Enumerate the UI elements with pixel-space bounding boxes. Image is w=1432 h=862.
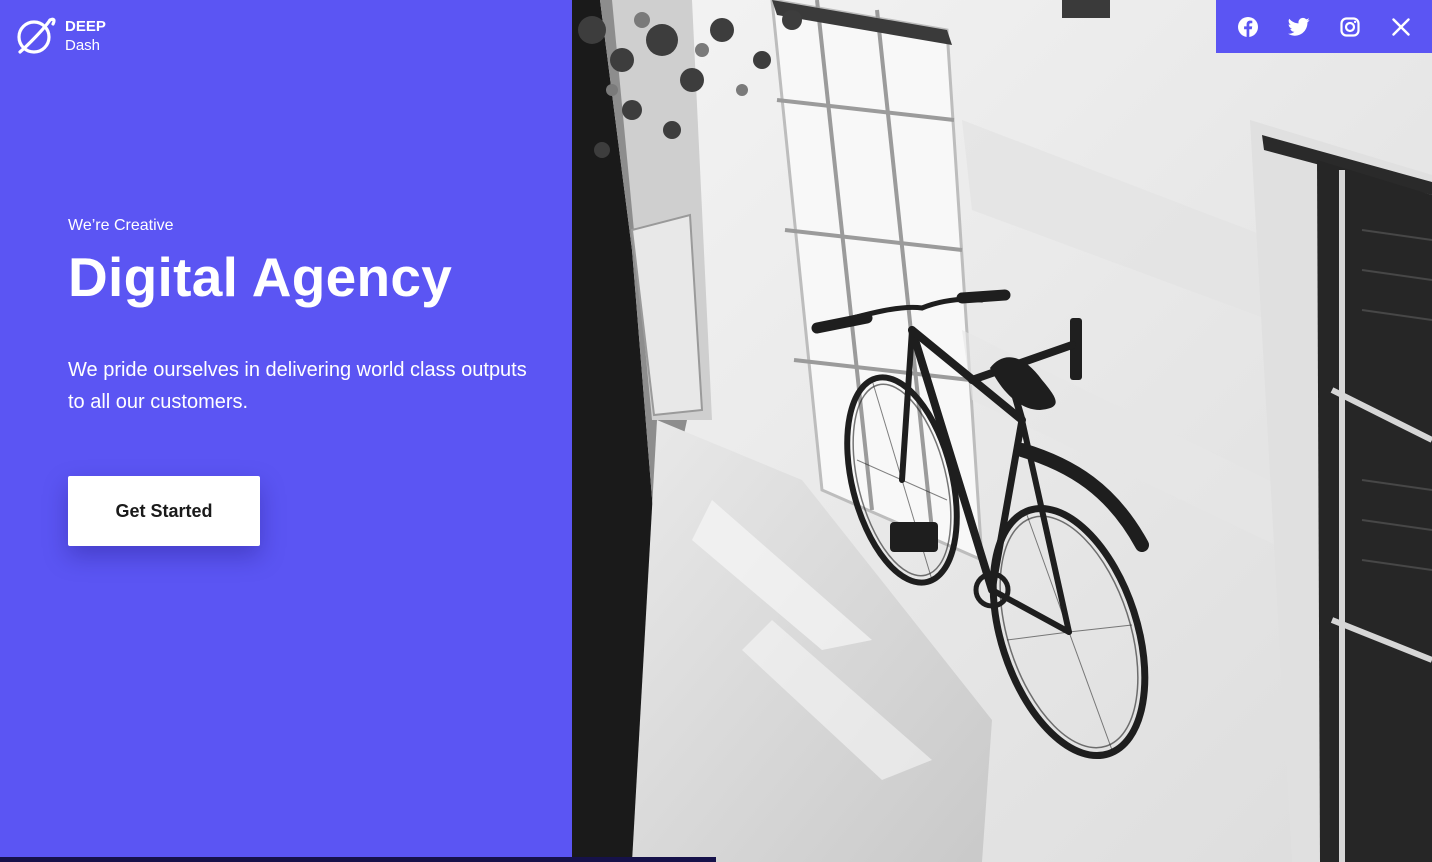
bicycle-photo-illustration bbox=[572, 0, 1432, 862]
brand-name-line2: Dash bbox=[65, 37, 101, 54]
hero-content: We’re Creative Digital Agency We pride o… bbox=[68, 216, 528, 418]
slide-progress-fill bbox=[0, 857, 716, 862]
twitter-icon bbox=[1287, 17, 1310, 36]
hero-photo-bicycle bbox=[572, 0, 1432, 862]
facebook-icon bbox=[1237, 16, 1258, 37]
social-bar bbox=[1216, 0, 1432, 53]
slide-progress-bar bbox=[0, 857, 1432, 862]
hero-panel: DEEP Dash We’re Creative Digital Agency … bbox=[0, 0, 572, 862]
hero-description: We pride ourselves in delivering world c… bbox=[68, 359, 527, 413]
twitter-link[interactable] bbox=[1279, 7, 1319, 47]
brand-name: DEEP Dash bbox=[65, 17, 106, 55]
close-icon bbox=[1391, 17, 1410, 36]
hero-headline: Digital Agency bbox=[68, 246, 453, 308]
instagram-link[interactable] bbox=[1330, 7, 1370, 47]
facebook-link[interactable] bbox=[1228, 7, 1268, 47]
brand-logo[interactable]: DEEP Dash bbox=[14, 15, 106, 57]
brand-name-line1: DEEP bbox=[65, 18, 106, 35]
get-started-button[interactable]: Get Started bbox=[68, 476, 260, 546]
planet-logo-icon bbox=[17, 17, 56, 54]
close-button[interactable] bbox=[1381, 7, 1421, 47]
hero-eyebrow: We’re Creative bbox=[68, 217, 174, 234]
instagram-icon bbox=[1339, 16, 1360, 37]
